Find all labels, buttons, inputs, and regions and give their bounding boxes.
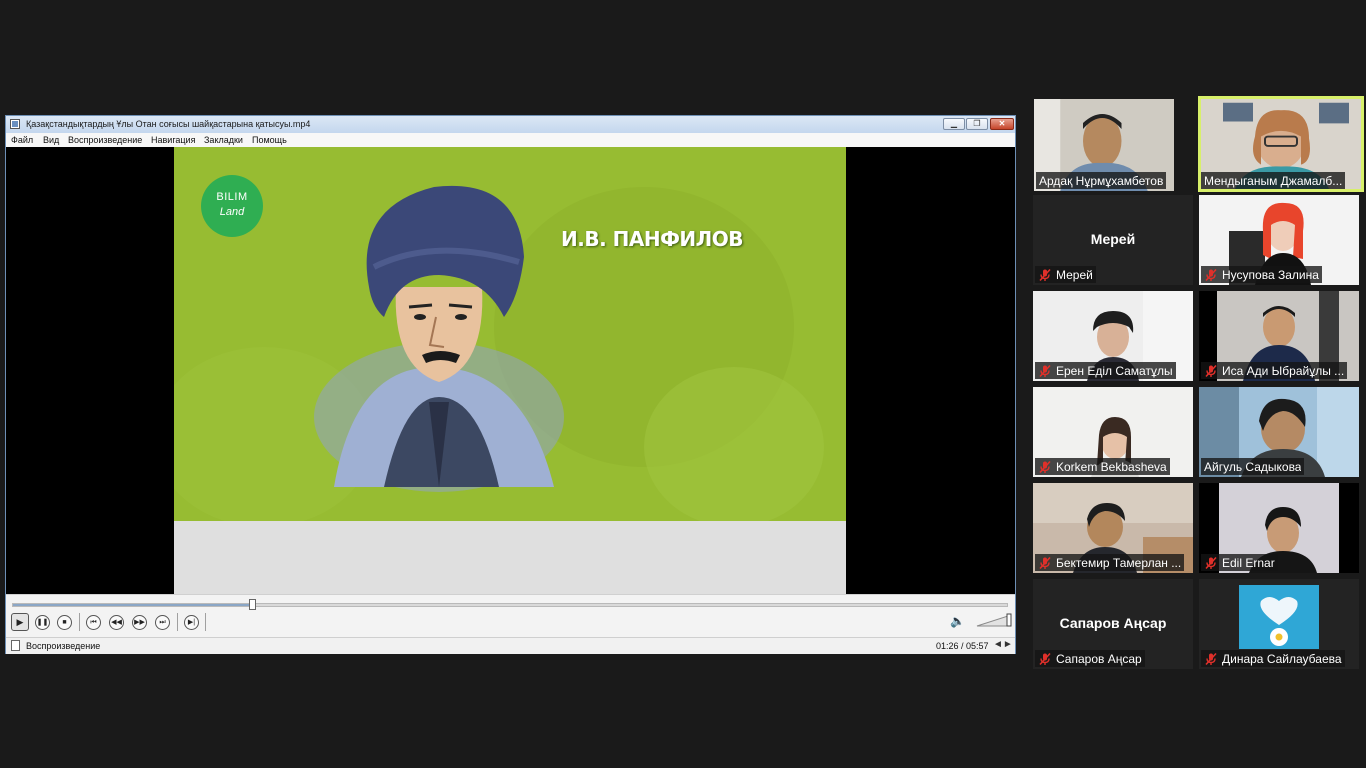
muted-mic-icon [1205, 268, 1217, 281]
menu-file[interactable]: Файл [11, 135, 33, 145]
seek-thumb[interactable] [248, 599, 256, 610]
seek-progress [13, 604, 252, 606]
seek-bar[interactable] [12, 599, 1008, 610]
muted-mic-icon [1205, 652, 1217, 665]
bilimland-logo: BILIM Land [201, 175, 263, 237]
menu-playback[interactable]: Воспроизведение [68, 135, 142, 145]
participant-nametag: Сапаров Аңсар [1035, 650, 1145, 667]
participant-nametag: Бектемир Тамерлан ... [1035, 554, 1185, 571]
playback-controls: ▶ ❚❚ ■ ⏮ ◀◀ ▶▶ ⏭ ▶| 🔈 [6, 594, 1015, 638]
participant-name: Edil Ernar [1222, 555, 1275, 570]
title-bar[interactable]: Қазақстандықтардың Ұлы Отан соғысы шайқа… [6, 116, 1015, 133]
media-player-window: Қазақстандықтардың Ұлы Отан соғысы шайқа… [5, 115, 1016, 654]
participant-tile[interactable]: Бектемир Тамерлан ... [1033, 483, 1193, 573]
previous-button[interactable]: ⏮ [86, 615, 101, 630]
participant-nametag: Айгуль Садыкова [1201, 458, 1305, 475]
stop-button[interactable]: ■ [57, 615, 72, 630]
participant-name: Мендыганым Джамалб... [1204, 173, 1343, 188]
menu-view[interactable]: Вид [43, 135, 59, 145]
participant-name: Korkem Bekbasheva [1056, 459, 1167, 474]
participant-name: Айгуль Садыкова [1204, 459, 1302, 474]
muted-mic-icon [1039, 268, 1051, 281]
separator [79, 613, 80, 631]
window-title: Қазақстандықтардың Ұлы Отан соғысы шайқа… [26, 119, 311, 129]
menu-bookmarks[interactable]: Закладки [204, 135, 243, 145]
participant-name: Нусупова Залина [1222, 267, 1319, 282]
muted-mic-icon [1039, 364, 1051, 377]
participant-tile[interactable]: Айгуль Садыкова [1199, 387, 1359, 477]
rewind-button[interactable]: ◀◀ [109, 615, 124, 630]
participant-nametag: Динара Сайлаубаева [1201, 650, 1345, 667]
participant-nametag: Ерен Еділ Саматұлы [1035, 362, 1176, 379]
menu-navigation[interactable]: Навигация [151, 135, 195, 145]
play-button[interactable]: ▶ [11, 613, 29, 631]
time-display: 01:26 / 05:57 [936, 641, 989, 651]
document-icon [11, 640, 20, 651]
muted-mic-icon [1039, 652, 1051, 665]
forward-button[interactable]: ▶▶ [132, 615, 147, 630]
video-frame: BILIM Land И.В. ПАНФИЛОВ [174, 147, 846, 594]
participant-nametag: Нусупова Залина [1201, 266, 1322, 283]
participant-tile[interactable]: Сапаров Аңсар Сапаров Аңсар [1033, 579, 1193, 669]
participant-tile[interactable]: Мерей Мерей [1033, 195, 1193, 285]
participant-nametag: Edil Ernar [1201, 554, 1278, 571]
status-bar: Воспроизведение 01:26 / 05:57 ◄► [6, 637, 1015, 654]
participant-display-name: Мерей [1090, 231, 1136, 247]
speaker-icon[interactable]: 🔈 [950, 614, 965, 628]
pause-button[interactable]: ❚❚ [35, 615, 50, 630]
participant-tile[interactable]: Ардақ Нұрмұхамбетов [1034, 99, 1174, 191]
muted-mic-icon [1039, 460, 1051, 473]
participant-name: Ерен Еділ Саматұлы [1056, 363, 1173, 378]
muted-mic-icon [1205, 556, 1217, 569]
participant-tile[interactable]: Ерен Еділ Саматұлы [1033, 291, 1193, 381]
audio-channels-icon[interactable]: ◄► [993, 639, 1013, 650]
participant-name: Сапаров Аңсар [1056, 651, 1142, 666]
menu-bar: Файл Вид Воспроизведение Навигация Закла… [6, 133, 1015, 148]
film-icon [10, 119, 20, 129]
portrait-illustration [314, 185, 564, 492]
participant-nametag: Korkem Bekbasheva [1035, 458, 1170, 475]
minimize-button[interactable]: ▁ [943, 118, 965, 130]
participant-nametag: Ардақ Нұрмұхамбетов [1036, 172, 1167, 189]
participant-tile[interactable]: Edil Ernar [1199, 483, 1359, 573]
participant-name: Иса Ади Ыбрайұлы ... [1222, 363, 1345, 378]
volume-slider[interactable] [976, 613, 1012, 627]
separator [177, 613, 178, 631]
menu-help[interactable]: Помощь [252, 135, 287, 145]
status-text: Воспроизведение [26, 641, 101, 651]
participant-tile[interactable]: Мендыганым Джамалб... [1198, 96, 1364, 192]
participant-name: Мерей [1056, 267, 1093, 282]
participant-nametag: Иса Ади Ыбрайұлы ... [1201, 362, 1348, 379]
restore-button[interactable]: ❐ [966, 118, 988, 130]
video-scene: BILIM Land И.В. ПАНФИЛОВ [174, 147, 846, 521]
muted-mic-icon [1205, 364, 1217, 377]
participant-nametag: Мерей [1035, 266, 1096, 283]
participant-display-name: Сапаров Аңсар [1059, 615, 1167, 631]
participant-name: Ардақ Нұрмұхамбетов [1039, 173, 1164, 188]
close-button[interactable]: ✕ [990, 118, 1014, 130]
participant-tile[interactable]: Нусупова Залина [1199, 195, 1359, 285]
next-button[interactable]: ⏭ [155, 615, 170, 630]
participant-tile[interactable]: Korkem Bekbasheva [1033, 387, 1193, 477]
participant-nametag: Мендыганым Джамалб... [1201, 172, 1346, 189]
participant-tile[interactable]: Иса Ади Ыбрайұлы ... [1199, 291, 1359, 381]
participant-tile[interactable]: Динара Сайлаубаева [1199, 579, 1359, 669]
participant-name: Динара Сайлаубаева [1222, 651, 1342, 666]
video-caption: И.В. ПАНФИЛОВ [561, 227, 744, 251]
separator [205, 613, 206, 631]
participant-name: Бектемир Тамерлан ... [1056, 555, 1182, 570]
muted-mic-icon [1039, 556, 1051, 569]
frame-step-button[interactable]: ▶| [184, 615, 199, 630]
video-area[interactable]: BILIM Land И.В. ПАНФИЛОВ [6, 147, 1015, 594]
